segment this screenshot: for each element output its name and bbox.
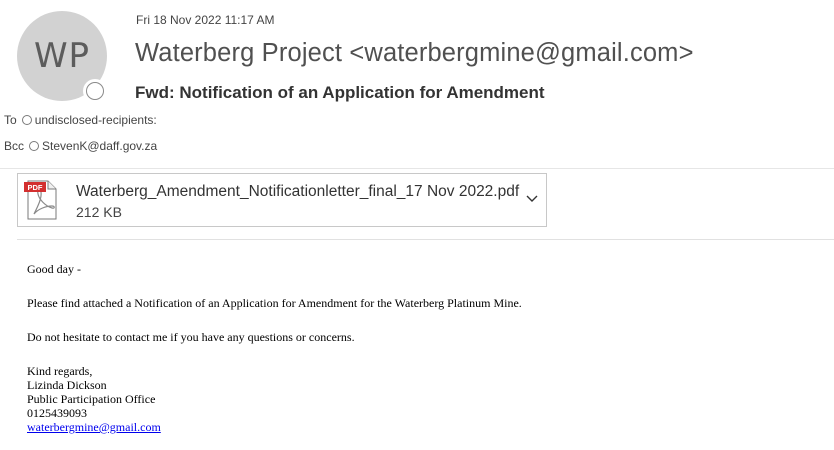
body-divider	[17, 239, 834, 240]
body-paragraph-1: Please find attached a Notification of a…	[27, 296, 522, 310]
message-body: Good day - Please find attached a Notifi…	[27, 262, 522, 434]
recipient-presence-icon	[21, 115, 32, 125]
signature-phone: 0125439093	[27, 406, 87, 420]
bcc-label: Bcc	[4, 139, 25, 153]
to-row: To undisclosed-recipients:	[4, 113, 157, 127]
signature-email-link[interactable]: waterbergmine@gmail.com	[27, 420, 161, 434]
to-label: To	[4, 113, 17, 127]
pdf-file-icon: PDF	[24, 180, 57, 220]
bcc-row: Bcc StevenK@daff.gov.za	[4, 139, 157, 153]
sender-name[interactable]: Waterberg Project <waterbergmine@gmail.c…	[135, 39, 694, 68]
message-subject: Fwd: Notification of an Application for …	[135, 83, 545, 102]
message-date: Fri 18 Nov 2022 11:17 AM	[136, 13, 275, 27]
message-header: WP Fri 18 Nov 2022 11:17 AM Waterberg Pr…	[0, 0, 834, 165]
bcc-recipient[interactable]: StevenK@daff.gov.za	[42, 139, 157, 153]
attachment-size: 212 KB	[76, 204, 122, 220]
to-recipient[interactable]: undisclosed-recipients:	[35, 113, 157, 127]
chevron-down-icon[interactable]	[526, 194, 538, 204]
body-paragraph-2: Do not hesitate to contact me if you hav…	[27, 330, 355, 344]
attachment-card[interactable]: PDF Waterberg_Amendment_Notificationlett…	[17, 173, 547, 227]
signature-office: Public Participation Office	[27, 392, 156, 406]
presence-status-icon	[83, 79, 107, 103]
pdf-badge-label: PDF	[28, 183, 43, 192]
closing: Kind regards,	[27, 364, 93, 378]
header-divider	[0, 168, 834, 169]
attachment-name: Waterberg_Amendment_Notificationletter_f…	[76, 183, 520, 200]
avatar-initials: WP	[33, 36, 91, 76]
greeting: Good day -	[27, 262, 81, 276]
recipient-presence-icon	[29, 141, 40, 151]
signature-name: Lizinda Dickson	[27, 378, 107, 392]
